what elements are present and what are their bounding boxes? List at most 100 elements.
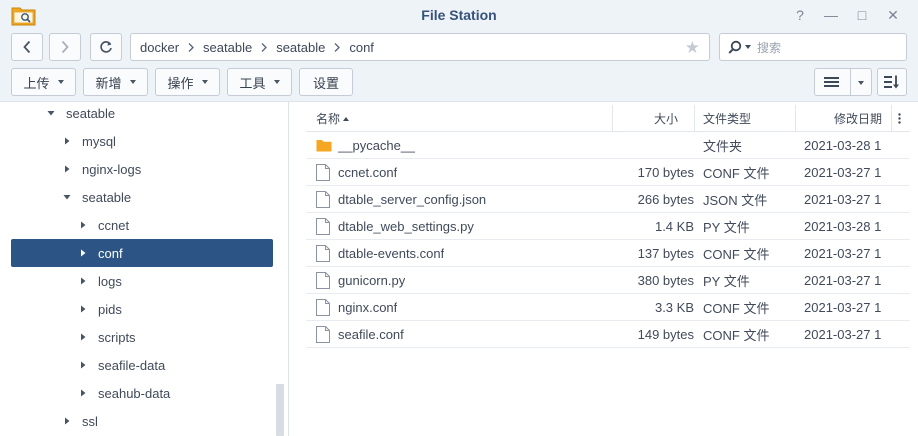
expanded-arrow-icon[interactable] xyxy=(62,192,72,202)
file-row[interactable]: ccnet.conf 170 bytes CONF 文件 2021-03-27 … xyxy=(306,159,910,186)
column-header-size[interactable]: 大小 xyxy=(612,105,694,132)
file-size: 380 bytes xyxy=(637,273,694,288)
collapsed-arrow-icon[interactable] xyxy=(62,164,72,174)
tree-item-seatable[interactable]: seatable xyxy=(0,183,288,211)
column-options-button[interactable] xyxy=(898,105,901,132)
file-name: nginx.conf xyxy=(338,300,398,315)
tree-item-seahub-data[interactable]: seahub-data xyxy=(0,379,288,407)
collapsed-arrow-icon[interactable] xyxy=(62,416,72,426)
sort-button[interactable] xyxy=(877,68,907,96)
minimize-button[interactable]: — xyxy=(822,6,840,24)
search-input[interactable]: 搜索 xyxy=(719,33,907,61)
file-modified: 2021-03-27 1 xyxy=(804,273,882,288)
breadcrumb-item[interactable]: seatable xyxy=(203,40,252,55)
file-modified: 2021-03-27 1 xyxy=(804,192,882,207)
file-modified: 2021-03-27 1 xyxy=(804,327,882,342)
search-options-caret-icon[interactable] xyxy=(745,45,751,49)
collapsed-arrow-icon[interactable] xyxy=(78,248,88,258)
collapsed-arrow-icon[interactable] xyxy=(78,304,88,314)
file-type: CONF 文件 xyxy=(703,301,770,316)
sidebar-scrollbar-thumb[interactable] xyxy=(276,384,284,436)
refresh-button[interactable] xyxy=(90,33,122,61)
column-header-name-label: 名称 xyxy=(316,112,341,126)
tree-item-seafile-data[interactable]: seafile-data xyxy=(0,351,288,379)
tree-item-label: logs xyxy=(98,273,122,289)
file-row[interactable]: seafile.conf 149 bytes CONF 文件 2021-03-2… xyxy=(306,321,910,348)
tree-item-label: nginx-logs xyxy=(82,161,142,177)
tools-button[interactable]: 工具 xyxy=(227,68,292,96)
sort-icon xyxy=(884,75,899,89)
file-type: PY 文件 xyxy=(703,274,750,289)
collapsed-arrow-icon[interactable] xyxy=(78,360,88,370)
tools-button-label: 工具 xyxy=(239,75,266,91)
tree-item-label: seafile-data xyxy=(98,357,166,373)
tree-item-conf[interactable]: conf xyxy=(11,239,273,267)
file-row[interactable]: dtable_web_settings.py 1.4 KB PY 文件 2021… xyxy=(306,213,910,240)
file-row[interactable]: dtable-events.conf 137 bytes CONF 文件 202… xyxy=(306,240,910,267)
path-bar[interactable]: docker seatable seatable conf ★ xyxy=(130,33,710,61)
dropdown-caret-icon xyxy=(201,80,208,84)
maximize-button[interactable]: □ xyxy=(853,6,871,24)
breadcrumb-item[interactable]: docker xyxy=(140,40,179,55)
column-header-type[interactable]: 文件类型 xyxy=(703,105,751,132)
view-mode-button[interactable] xyxy=(814,68,872,96)
create-button[interactable]: 新增 xyxy=(83,68,148,96)
file-size: 149 bytes xyxy=(637,327,694,342)
tree-item-pids[interactable]: pids xyxy=(0,295,288,323)
help-button[interactable]: ? xyxy=(791,6,809,24)
file-name: __pycache__ xyxy=(338,138,416,153)
file-icon xyxy=(316,321,330,348)
file-name: gunicorn.py xyxy=(338,273,406,288)
action-button-label: 操作 xyxy=(167,75,194,91)
favorite-star-icon[interactable]: ★ xyxy=(685,39,700,56)
tree-item-seatable-root[interactable]: seatable xyxy=(0,102,288,127)
file-list-header: 名称 大小 文件类型 修改日期 xyxy=(306,105,910,132)
upload-button[interactable]: 上传 xyxy=(11,68,76,96)
tree-item-mysql[interactable]: mysql xyxy=(0,127,288,155)
chevron-left-icon xyxy=(23,40,31,54)
settings-button[interactable]: 设置 xyxy=(299,68,353,96)
file-row[interactable]: __pycache__ 文件夹 2021-03-28 1 xyxy=(306,132,910,159)
action-button[interactable]: 操作 xyxy=(155,68,220,96)
tree-item-logs[interactable]: logs xyxy=(0,267,288,295)
tree-item-nginx-logs[interactable]: nginx-logs xyxy=(0,155,288,183)
file-name: dtable_server_config.json xyxy=(338,192,487,207)
list-view-icon xyxy=(824,77,839,87)
column-divider[interactable] xyxy=(795,105,796,132)
breadcrumb-separator-icon xyxy=(188,42,194,52)
search-icon[interactable] xyxy=(728,40,742,54)
collapsed-arrow-icon[interactable] xyxy=(78,332,88,342)
collapsed-arrow-icon[interactable] xyxy=(62,136,72,146)
column-divider[interactable] xyxy=(891,105,892,132)
breadcrumb-item[interactable]: seatable xyxy=(276,40,325,55)
tree-item-scripts[interactable]: scripts xyxy=(0,323,288,351)
tree-item-label: seahub-data xyxy=(98,385,171,401)
close-button[interactable]: ✕ xyxy=(884,6,902,24)
view-mode-caret-icon[interactable] xyxy=(858,81,864,85)
tree-item-ccnet[interactable]: ccnet xyxy=(0,211,288,239)
back-button[interactable] xyxy=(11,33,43,61)
file-row[interactable]: nginx.conf 3.3 KB CONF 文件 2021-03-27 1 xyxy=(306,294,910,321)
tree-item-ssl[interactable]: ssl xyxy=(0,407,288,435)
column-header-modified[interactable]: 修改日期 xyxy=(834,105,882,132)
file-row[interactable]: dtable_server_config.json 266 bytes JSON… xyxy=(306,186,910,213)
file-row[interactable]: gunicorn.py 380 bytes PY 文件 2021-03-27 1 xyxy=(306,267,910,294)
file-type: 文件夹 xyxy=(703,139,743,154)
column-divider[interactable] xyxy=(694,105,695,132)
collapsed-arrow-icon[interactable] xyxy=(78,276,88,286)
file-modified: 2021-03-28 1 xyxy=(804,138,882,153)
column-header-modified-label: 修改日期 xyxy=(834,112,883,126)
file-type: CONF 文件 xyxy=(703,247,770,262)
forward-button[interactable] xyxy=(49,33,81,61)
dropdown-caret-icon xyxy=(57,80,64,84)
collapsed-arrow-icon[interactable] xyxy=(78,220,88,230)
expanded-arrow-icon[interactable] xyxy=(46,108,56,118)
file-type: CONF 文件 xyxy=(703,166,770,181)
dropdown-caret-icon xyxy=(273,80,280,84)
file-icon xyxy=(316,294,330,321)
folder-tree: seatable mysql nginx-logs seatable ccnet… xyxy=(0,102,289,436)
breadcrumb-item[interactable]: conf xyxy=(349,40,374,55)
column-header-name[interactable]: 名称 xyxy=(316,105,350,132)
collapsed-arrow-icon[interactable] xyxy=(78,388,88,398)
breadcrumb-separator-icon xyxy=(261,42,268,52)
